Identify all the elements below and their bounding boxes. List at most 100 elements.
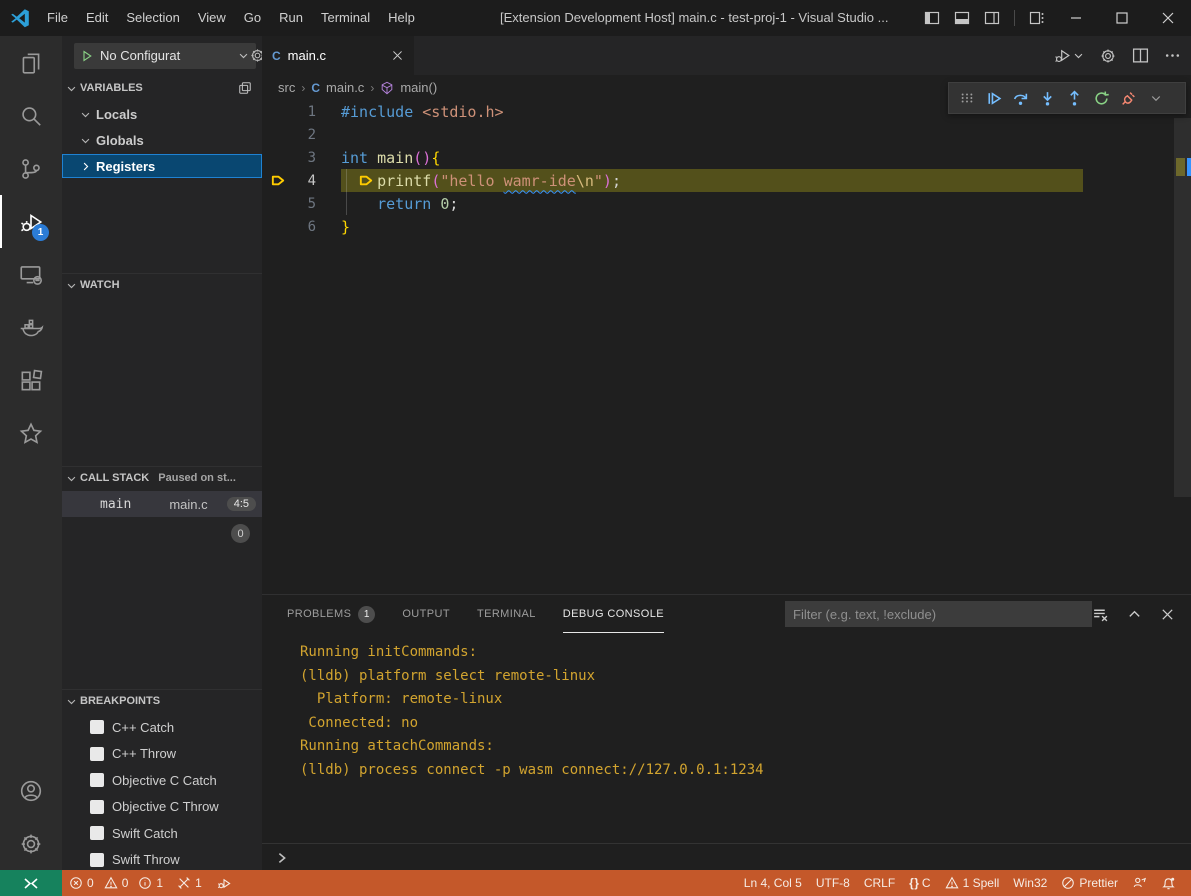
- line-number[interactable]: 1: [262, 104, 316, 120]
- run-or-debug-button[interactable]: [1053, 46, 1084, 65]
- clear-console-icon[interactable]: [1092, 606, 1109, 623]
- close-tab-icon[interactable]: [391, 49, 404, 62]
- menu-go[interactable]: Go: [235, 0, 270, 36]
- variables-scope-registers[interactable]: Registers: [62, 154, 262, 178]
- customize-layout-icon[interactable]: [1029, 10, 1045, 26]
- account-icon: [18, 778, 44, 804]
- checkbox-unchecked[interactable]: [90, 826, 104, 840]
- split-editor-icon[interactable]: [1132, 47, 1149, 64]
- breakpoint-swift-throw[interactable]: Swift Throw: [62, 847, 262, 871]
- variables-scope-globals[interactable]: Globals: [62, 128, 262, 152]
- tab-terminal[interactable]: TERMINAL: [477, 595, 536, 633]
- language-mode[interactable]: { } C: [902, 870, 937, 896]
- tab-problems[interactable]: PROBLEMS 1: [287, 595, 375, 633]
- more-actions-icon[interactable]: [1164, 47, 1181, 64]
- menu-selection[interactable]: Selection: [117, 0, 188, 36]
- toggle-panel-icon[interactable]: [954, 10, 970, 26]
- breakpoint-cpp-throw[interactable]: C++ Throw: [62, 741, 262, 767]
- toolbar-drag-grip[interactable]: [953, 84, 980, 112]
- menu-run[interactable]: Run: [270, 0, 312, 36]
- call-stack-frame-row[interactable]: main main.c 4:5: [62, 491, 262, 517]
- variables-section-header[interactable]: VARIABLES: [62, 77, 262, 99]
- line-number[interactable]: 5: [262, 196, 316, 212]
- activity-search[interactable]: [0, 89, 62, 142]
- close-button[interactable]: [1145, 0, 1191, 36]
- checkbox-unchecked[interactable]: [90, 747, 104, 761]
- step-over-button[interactable]: [1007, 84, 1034, 112]
- variables-scope-locals[interactable]: Locals: [62, 102, 262, 126]
- call-stack-thread-row[interactable]: 0: [62, 521, 262, 547]
- spell-checker-status[interactable]: 1 Spell: [938, 870, 1007, 896]
- minimize-button[interactable]: [1053, 0, 1099, 36]
- watch-section-header[interactable]: WATCH: [62, 273, 262, 296]
- activity-account[interactable]: [0, 764, 62, 817]
- disconnect-button[interactable]: [1115, 84, 1142, 112]
- activity-run-debug[interactable]: 1: [0, 195, 62, 248]
- restart-button[interactable]: [1088, 84, 1115, 112]
- notifications-status[interactable]: [1154, 870, 1183, 896]
- copy-value-icon[interactable]: [238, 81, 252, 95]
- debug-session-chevron-icon[interactable]: [1142, 84, 1169, 112]
- breakpoint-cpp-catch[interactable]: C++ Catch: [62, 714, 262, 740]
- menu-file[interactable]: File: [38, 0, 77, 36]
- checkbox-unchecked[interactable]: [90, 773, 104, 787]
- remote-indicator[interactable]: [0, 870, 62, 896]
- debug-console-input[interactable]: [262, 843, 1191, 871]
- activity-explorer[interactable]: [0, 36, 62, 89]
- checkbox-unchecked[interactable]: [90, 853, 104, 867]
- breakpoint-objc-catch[interactable]: Objective C Catch: [62, 767, 262, 793]
- maximize-button[interactable]: [1099, 0, 1145, 36]
- tab-main-c[interactable]: C main.c: [262, 36, 414, 75]
- menu-terminal[interactable]: Terminal: [312, 0, 379, 36]
- braces-icon: { }: [909, 876, 918, 890]
- tab-output[interactable]: OUTPUT: [402, 595, 450, 633]
- start-debug-icon[interactable]: [81, 50, 93, 62]
- step-out-button[interactable]: [1061, 84, 1088, 112]
- tab-debug-console[interactable]: DEBUG CONSOLE: [563, 595, 664, 633]
- toggle-sidebar-icon[interactable]: [924, 10, 940, 26]
- checkbox-unchecked[interactable]: [90, 800, 104, 814]
- line-number[interactable]: 6: [262, 219, 316, 235]
- formatter-status[interactable]: Prettier: [1054, 870, 1125, 896]
- checkbox-unchecked[interactable]: [90, 720, 104, 734]
- breadcrumb-dir[interactable]: src: [278, 80, 295, 95]
- activity-source-control[interactable]: [0, 142, 62, 195]
- cursor-position[interactable]: Ln 4, Col 5: [737, 870, 809, 896]
- line-number[interactable]: 3: [262, 150, 316, 166]
- encoding[interactable]: UTF-8: [809, 870, 857, 896]
- launch-config-gear-icon[interactable]: [249, 47, 262, 64]
- problems-status[interactable]: 0 0 1: [62, 870, 170, 896]
- activity-remote-explorer[interactable]: [0, 248, 62, 301]
- debug-status[interactable]: [209, 870, 239, 896]
- debug-config-dropdown[interactable]: No Configurat: [74, 43, 256, 69]
- console-filter-input[interactable]: [785, 601, 1092, 627]
- activity-extension-star[interactable]: [0, 407, 62, 460]
- activity-extensions[interactable]: [0, 354, 62, 407]
- code-line-2: 2: [262, 123, 1191, 146]
- toggle-secondary-sidebar-icon[interactable]: [984, 10, 1000, 26]
- close-panel-icon[interactable]: [1160, 607, 1175, 622]
- call-stack-section-header[interactable]: CALL STACK Paused on st...: [62, 466, 262, 489]
- breadcrumb-symbol[interactable]: main(): [400, 80, 437, 95]
- maximize-panel-icon[interactable]: [1127, 607, 1142, 622]
- editor-scrollbar[interactable]: [1174, 118, 1191, 497]
- line-number[interactable]: 2: [262, 127, 316, 143]
- debug-stackframe-arrow-icon[interactable]: [270, 172, 287, 189]
- eol-sequence[interactable]: CRLF: [857, 870, 902, 896]
- activity-docker[interactable]: [0, 301, 62, 354]
- continue-button[interactable]: [980, 84, 1007, 112]
- platform-target[interactable]: Win32: [1006, 870, 1054, 896]
- menu-edit[interactable]: Edit: [77, 0, 117, 36]
- feedback-status[interactable]: [1125, 870, 1154, 896]
- breakpoint-objc-throw[interactable]: Objective C Throw: [62, 794, 262, 820]
- menu-view[interactable]: View: [189, 0, 235, 36]
- tools-status[interactable]: 1: [170, 870, 209, 896]
- editor-gear-icon[interactable]: [1099, 47, 1117, 65]
- breakpoint-swift-catch[interactable]: Swift Catch: [62, 820, 262, 846]
- menu-help[interactable]: Help: [379, 0, 424, 36]
- breakpoints-section-header[interactable]: BREAKPOINTS: [62, 689, 262, 712]
- step-into-button[interactable]: [1034, 84, 1061, 112]
- code-editor[interactable]: 1 #include <stdio.h> 2 3 int main(){: [262, 100, 1191, 594]
- breadcrumb-file[interactable]: main.c: [326, 80, 364, 95]
- activity-settings[interactable]: [0, 817, 62, 870]
